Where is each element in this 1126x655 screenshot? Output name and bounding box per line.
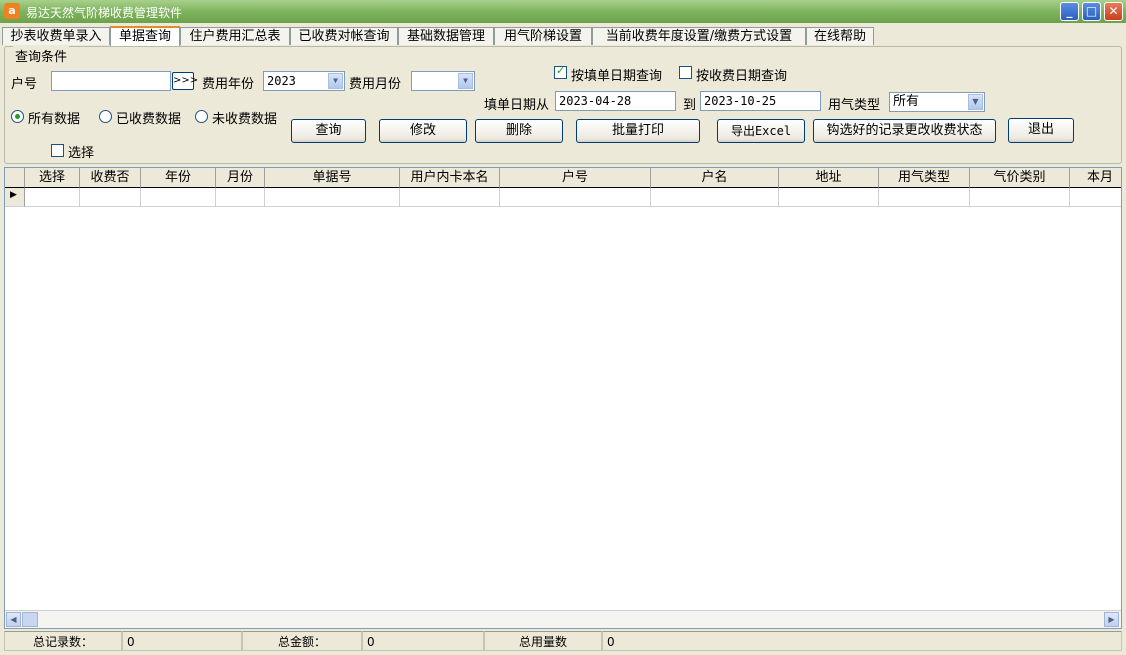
account-lookup-button[interactable]: >>> [172, 72, 198, 90]
export-excel-button[interactable]: 导出Excel [717, 119, 805, 143]
account-input[interactable] [51, 71, 171, 91]
minimize-button[interactable]: _ [1060, 2, 1079, 21]
column-header[interactable]: 气价类别 [970, 168, 1070, 188]
fill-date-from-label: 填单日期从 [484, 98, 550, 113]
table-cell[interactable] [970, 188, 1070, 207]
tab-receipt-query[interactable]: 单据查询 [110, 26, 180, 46]
gas-type-value: 所有 [893, 94, 920, 109]
table-cell[interactable] [141, 188, 216, 207]
change-status-button[interactable]: 钩选好的记录更改收费状态 [813, 119, 996, 143]
app-icon: a [4, 3, 20, 19]
query-group-label: 查询条件 [13, 46, 70, 65]
table-cell[interactable] [216, 188, 265, 207]
maximize-button[interactable]: □ [1082, 2, 1101, 21]
gas-type-label: 用气类型 [828, 98, 881, 113]
horizontal-scrollbar[interactable]: ◀ ▶ [5, 610, 1121, 628]
total-amount-label: 总金额： [242, 631, 362, 651]
title-bar: a 易达天然气阶梯收费管理软件 _ □ ✕ [0, 0, 1126, 23]
column-header[interactable]: 地址 [779, 168, 879, 188]
select-checkbox[interactable] [51, 144, 64, 157]
column-header[interactable]: 月份 [216, 168, 265, 188]
search-button[interactable]: 查询 [291, 119, 366, 143]
tab-basic-data[interactable]: 基础数据管理 [398, 27, 494, 45]
tab-year-settings[interactable]: 当前收费年度设置/缴费方式设置 [592, 27, 806, 45]
scroll-left-icon[interactable]: ◀ [6, 612, 21, 627]
fee-month-select[interactable]: ▼ [411, 71, 475, 91]
table-cell[interactable] [500, 188, 651, 207]
fee-year-value: 2023 [267, 74, 296, 88]
batch-print-button[interactable]: 批量打印 [576, 119, 700, 143]
date-from-input[interactable]: 2023-04-28 [555, 91, 676, 111]
by-fill-date-checkbox[interactable] [554, 64, 567, 79]
radio-unpaid-label: 未收费数据 [212, 112, 278, 127]
grid-header: 选择 收费否 年份 月份 单据号 用户内卡本名 户号 户名 地址 用气类型 气价… [5, 168, 1121, 188]
column-header[interactable]: 本月 [1070, 168, 1121, 188]
column-header[interactable]: 年份 [141, 168, 216, 188]
total-records-label: 总记录数： [4, 631, 122, 651]
total-usage-label: 总用量数 [484, 631, 602, 651]
fee-year-label: 费用年份 [202, 77, 255, 92]
edit-button[interactable]: 修改 [379, 119, 467, 143]
by-fill-date-label: 按填单日期查询 [571, 69, 663, 84]
column-header[interactable]: 用气类型 [879, 168, 970, 188]
column-header[interactable]: 选择 [25, 168, 80, 188]
chevron-down-icon[interactable]: ▼ [458, 73, 473, 89]
column-header[interactable]: 收费否 [80, 168, 141, 188]
tab-tier-settings[interactable]: 用气阶梯设置 [494, 27, 592, 45]
exit-button[interactable]: 退出 [1008, 118, 1074, 143]
by-pay-date-label: 按收费日期查询 [696, 69, 788, 84]
table-cell[interactable] [879, 188, 970, 207]
row-indicator-header [5, 168, 25, 188]
current-row-icon [5, 188, 25, 207]
column-header[interactable]: 户号 [500, 168, 651, 188]
table-cell[interactable] [779, 188, 879, 207]
tab-meter-entry[interactable]: 抄表收费单录入 [2, 27, 110, 45]
table-cell[interactable] [25, 188, 80, 207]
account-label: 户号 [11, 77, 38, 92]
date-to-label: 到 [683, 98, 697, 113]
by-pay-date-checkbox[interactable] [679, 66, 692, 79]
column-header[interactable]: 单据号 [265, 168, 400, 188]
radio-all-data[interactable] [11, 110, 24, 123]
column-header[interactable]: 户名 [651, 168, 779, 188]
radio-all-label: 所有数据 [28, 112, 81, 127]
total-records-value: 0 [122, 631, 242, 651]
total-usage-value: 0 [602, 631, 1122, 651]
gas-type-select[interactable]: 所有 ▼ [889, 92, 985, 112]
radio-paid-label: 已收费数据 [116, 112, 182, 127]
table-cell[interactable] [265, 188, 400, 207]
tab-household-summary[interactable]: 住户费用汇总表 [180, 27, 290, 45]
radio-paid-data[interactable] [99, 110, 112, 123]
date-to-input[interactable]: 2023-10-25 [700, 91, 821, 111]
delete-button[interactable]: 删除 [475, 119, 563, 143]
scroll-thumb[interactable] [22, 612, 38, 627]
table-cell[interactable] [400, 188, 500, 207]
fee-year-select[interactable]: 2023 ▼ [263, 71, 345, 91]
chevron-down-icon[interactable]: ▼ [328, 73, 343, 89]
fee-month-label: 费用月份 [349, 77, 402, 92]
tab-online-help[interactable]: 在线帮助 [806, 27, 874, 45]
total-amount-value: 0 [362, 631, 484, 651]
table-cell[interactable] [1070, 188, 1121, 207]
table-cell[interactable] [651, 188, 779, 207]
radio-unpaid-data[interactable] [195, 110, 208, 123]
close-button[interactable]: ✕ [1104, 2, 1123, 21]
column-header[interactable]: 用户内卡本名 [400, 168, 500, 188]
scroll-right-icon[interactable]: ▶ [1104, 612, 1119, 627]
status-bar: 总记录数： 0 总金额： 0 总用量数 0 [4, 631, 1122, 651]
table-cell[interactable] [80, 188, 141, 207]
tab-paid-reconcile[interactable]: 已收费对帐查询 [290, 27, 398, 45]
query-panel: 查询条件 户号 >>> 费用年份 2023 ▼ 费用月份 ▼ 按填单日期查询 按… [4, 46, 1122, 164]
results-grid[interactable]: 选择 收费否 年份 月份 单据号 用户内卡本名 户号 户名 地址 用气类型 气价… [4, 167, 1122, 629]
chevron-down-icon[interactable]: ▼ [968, 94, 983, 110]
select-label: 选择 [68, 146, 95, 161]
window-title: 易达天然气阶梯收费管理软件 [26, 6, 183, 20]
